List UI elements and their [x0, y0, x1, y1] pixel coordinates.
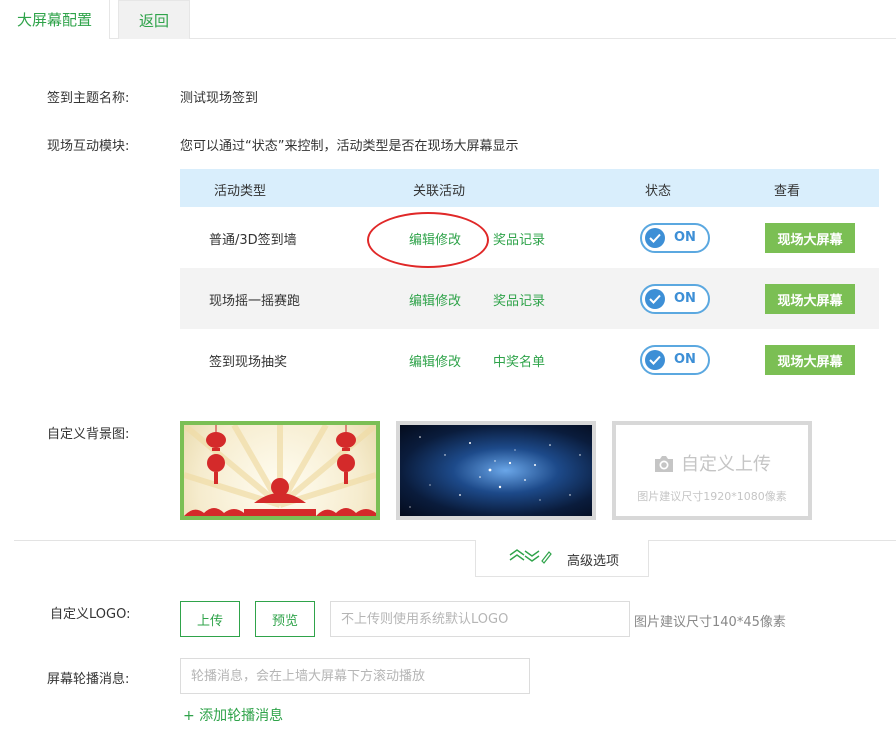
table-row: 签到现场抽奖 编辑修改 中奖名单 ON 现场大屏幕 — [180, 329, 879, 390]
advanced-options-label: 高级选项 — [567, 554, 620, 569]
check-icon — [645, 228, 665, 248]
table-row: 普通/3D签到墙 编辑修改 奖品记录 ON 现场大屏幕 — [180, 207, 879, 268]
background-option-starfield[interactable] — [396, 421, 596, 520]
live-screen-button[interactable]: 现场大屏幕 — [765, 345, 855, 375]
festive-background-image — [184, 425, 376, 516]
live-screen-button[interactable]: 现场大屏幕 — [765, 284, 855, 314]
marquee-label: 屏幕轮播消息: — [47, 672, 130, 687]
winner-list-link[interactable]: 中奖名单 — [493, 351, 545, 370]
expand-arrows-icon — [509, 548, 553, 568]
check-icon — [645, 289, 665, 309]
tab-screen-config[interactable]: 大屏幕配置 — [0, 0, 110, 39]
add-marquee-link[interactable]: + 添加轮播消息 — [183, 705, 283, 725]
header-view: 查看 — [774, 184, 801, 199]
status-toggle[interactable]: ON — [640, 284, 710, 314]
background-upload-card[interactable]: 自定义上传 图片建议尺寸1920*1080像素 — [612, 421, 812, 520]
tab-bar: 大屏幕配置 返回 — [0, 0, 896, 39]
activity-type: 签到现场抽奖 — [209, 355, 288, 370]
status-label: ON — [674, 230, 696, 245]
upload-title-text: 自定义上传 — [681, 454, 771, 475]
edit-link[interactable]: 编辑修改 — [409, 290, 461, 309]
status-label: ON — [674, 352, 696, 367]
activity-type: 普通/3D签到墙 — [209, 233, 297, 248]
marquee-input[interactable] — [180, 658, 530, 694]
section-divider — [14, 540, 896, 541]
live-screen-button[interactable]: 现场大屏幕 — [765, 223, 855, 253]
logo-input[interactable] — [330, 601, 630, 637]
starfield-background-image — [409, 436, 581, 508]
logo-size-hint: 图片建议尺寸140*45像素 — [634, 615, 786, 630]
preview-logo-button[interactable]: 预览 — [255, 601, 315, 637]
table-header: 活动类型 关联活动 状态 查看 — [180, 169, 879, 207]
status-toggle[interactable]: ON — [640, 345, 710, 375]
upload-title: 自定义上传 — [616, 450, 808, 478]
check-icon — [645, 350, 665, 370]
custom-logo-label: 自定义LOGO: — [50, 607, 131, 622]
table-row: 现场摇一摇赛跑 编辑修改 奖品记录 ON 现场大屏幕 — [180, 268, 879, 329]
prize-record-link[interactable]: 奖品记录 — [493, 290, 545, 309]
upload-size-hint: 图片建议尺寸1920*1080像素 — [637, 490, 787, 503]
prize-record-link[interactable]: 奖品记录 — [493, 229, 545, 248]
camera-icon — [653, 455, 675, 478]
activity-table: 活动类型 关联活动 状态 查看 普通/3D签到墙 编辑修改 奖品记录 ON 现场… — [180, 169, 879, 390]
header-related-activity: 关联活动 — [413, 184, 466, 199]
background-option-festive[interactable] — [180, 421, 380, 520]
advanced-options-toggle[interactable]: 高级选项 — [475, 540, 649, 577]
interactive-module-label: 现场互动模块: — [47, 139, 130, 154]
custom-background-label: 自定义背景图: — [47, 427, 130, 442]
upload-logo-button[interactable]: 上传 — [180, 601, 240, 637]
header-activity-type: 活动类型 — [214, 184, 267, 199]
header-status: 状态 — [645, 184, 672, 199]
theme-name-value: 测试现场签到 — [180, 91, 259, 106]
tab-back[interactable]: 返回 — [118, 0, 190, 39]
interactive-module-desc: 您可以通过“状态”来控制，活动类型是否在现场大屏幕显示 — [180, 139, 519, 154]
edit-link[interactable]: 编辑修改 — [409, 351, 461, 370]
status-label: ON — [674, 291, 696, 306]
activity-type: 现场摇一摇赛跑 — [209, 294, 301, 309]
status-toggle[interactable]: ON — [640, 223, 710, 253]
theme-name-label: 签到主题名称: — [47, 91, 130, 106]
annotation-circle — [367, 212, 489, 268]
